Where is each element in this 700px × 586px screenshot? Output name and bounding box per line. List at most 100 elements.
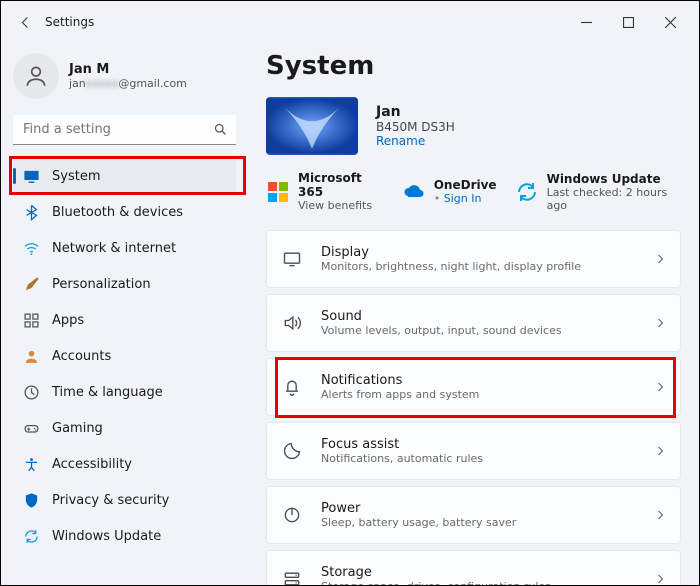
update-icon [23, 528, 40, 545]
person-icon [23, 348, 40, 365]
sidebar-item-gaming[interactable]: Gaming [13, 411, 236, 445]
sidebar-item-label: Bluetooth & devices [52, 205, 183, 220]
row-title: Focus assist [321, 437, 636, 452]
row-subtitle: Notifications, automatic rules [321, 452, 636, 465]
row-subtitle: Alerts from apps and system [321, 388, 636, 401]
top-cards: Microsoft 365View benefits OneDrive• Sign… [266, 171, 681, 212]
rename-link[interactable]: Rename [376, 134, 455, 148]
top-card-title: Microsoft 365 [298, 171, 384, 199]
top-card-update[interactable]: Windows UpdateLast checked: 2 hours ago [515, 171, 681, 212]
update-icon [515, 180, 539, 204]
power-icon [281, 504, 303, 526]
window-title: Settings [45, 15, 94, 29]
sidebar-item-label: Network & internet [52, 241, 176, 256]
storage-icon [281, 568, 303, 585]
device-model: B450M DS3H [376, 120, 455, 134]
top-card-title: Windows Update [547, 172, 681, 186]
settings-row-storage[interactable]: StorageStorage space, drives, configurat… [266, 550, 681, 585]
back-button[interactable] [9, 6, 41, 38]
chevron-right-icon [654, 442, 666, 461]
bell-icon [281, 376, 303, 398]
row-subtitle: Storage space, drives, configuration rul… [321, 580, 636, 585]
sidebar-item-personalization[interactable]: Personalization [13, 267, 236, 301]
onedrive-icon [402, 180, 426, 204]
top-card-sub: View benefits [298, 199, 384, 212]
sidebar-item-accessibility[interactable]: Accessibility [13, 447, 236, 481]
close-button[interactable] [649, 6, 691, 38]
chevron-right-icon [654, 570, 666, 586]
row-subtitle: Volume levels, output, input, sound devi… [321, 324, 636, 337]
sidebar-item-label: Privacy & security [52, 493, 169, 508]
settings-row-sound[interactable]: SoundVolume levels, output, input, sound… [266, 294, 681, 352]
device-block: Jan B450M DS3H Rename [266, 97, 681, 155]
profile-email: janxxxxx@gmail.com [69, 77, 187, 90]
row-title: Display [321, 245, 636, 260]
page-title: System [266, 51, 681, 81]
monitor-icon [23, 168, 40, 185]
sidebar-item-apps[interactable]: Apps [13, 303, 236, 337]
chevron-right-icon [654, 250, 666, 269]
sidebar-item-privacy[interactable]: Privacy & security [13, 483, 236, 517]
sidebar-item-network[interactable]: Network & internet [13, 231, 236, 265]
maximize-icon [623, 17, 634, 28]
sidebar: Jan M janxxxxx@gmail.com System Bluetooth… [1, 43, 248, 585]
apps-icon [23, 312, 40, 329]
sound-icon [281, 312, 303, 334]
profile-name: Jan M [69, 62, 187, 77]
sidebar-item-label: Windows Update [52, 529, 161, 544]
profile-block[interactable]: Jan M janxxxxx@gmail.com [13, 53, 236, 99]
sidebar-item-label: Time & language [52, 385, 163, 400]
sidebar-item-label: Personalization [52, 277, 151, 292]
top-card-sub[interactable]: • Sign In [434, 192, 497, 205]
settings-row-notifications[interactable]: NotificationsAlerts from apps and system [266, 358, 681, 416]
close-icon [665, 17, 676, 28]
row-title: Storage [321, 565, 636, 580]
moon-icon [281, 440, 303, 462]
row-subtitle: Sleep, battery usage, battery saver [321, 516, 636, 529]
maximize-button[interactable] [607, 6, 649, 38]
device-name: Jan [376, 104, 455, 120]
main-panel: System Jan B450M DS3H Rename Microsoft 3… [248, 43, 699, 585]
avatar [13, 53, 59, 99]
top-card-title: OneDrive [434, 178, 497, 192]
row-title: Notifications [321, 373, 636, 388]
top-card-m365[interactable]: Microsoft 365View benefits [266, 171, 384, 212]
sidebar-item-label: Gaming [52, 421, 103, 436]
settings-row-power[interactable]: PowerSleep, battery usage, battery saver [266, 486, 681, 544]
top-card-onedrive[interactable]: OneDrive• Sign In [402, 171, 497, 212]
shield-icon [23, 492, 40, 509]
chevron-right-icon [654, 314, 666, 333]
display-icon [281, 248, 303, 270]
title-bar: Settings [1, 1, 699, 43]
sidebar-item-label: Apps [52, 313, 84, 328]
sidebar-item-label: Accounts [52, 349, 111, 364]
desktop-thumbnail [266, 97, 358, 155]
clock-globe-icon [23, 384, 40, 401]
gamepad-icon [23, 420, 40, 437]
m365-icon [266, 180, 290, 204]
settings-row-focus[interactable]: Focus assistNotifications, automatic rul… [266, 422, 681, 480]
accessibility-icon [23, 456, 40, 473]
search-icon [213, 122, 228, 137]
sidebar-item-bluetooth[interactable]: Bluetooth & devices [13, 195, 236, 229]
arrow-left-icon [18, 15, 33, 30]
search-box[interactable] [13, 115, 236, 145]
search-input[interactable] [13, 115, 236, 145]
chevron-right-icon [654, 506, 666, 525]
nav-list: System Bluetooth & devices Network & inter… [13, 159, 236, 553]
settings-rows: DisplayMonitors, brightness, night light… [266, 230, 681, 585]
brush-icon [23, 276, 40, 293]
sidebar-item-timelang[interactable]: Time & language [13, 375, 236, 409]
row-title: Sound [321, 309, 636, 324]
wifi-icon [23, 240, 40, 257]
sidebar-item-system[interactable]: System [13, 159, 236, 193]
sidebar-item-accounts[interactable]: Accounts [13, 339, 236, 373]
top-card-sub: Last checked: 2 hours ago [547, 186, 681, 212]
sidebar-item-update[interactable]: Windows Update [13, 519, 236, 553]
sidebar-item-label: System [52, 169, 100, 184]
minimize-button[interactable] [565, 6, 607, 38]
settings-row-display[interactable]: DisplayMonitors, brightness, night light… [266, 230, 681, 288]
bluetooth-icon [23, 204, 40, 221]
sidebar-item-label: Accessibility [52, 457, 132, 472]
chevron-right-icon [654, 378, 666, 397]
